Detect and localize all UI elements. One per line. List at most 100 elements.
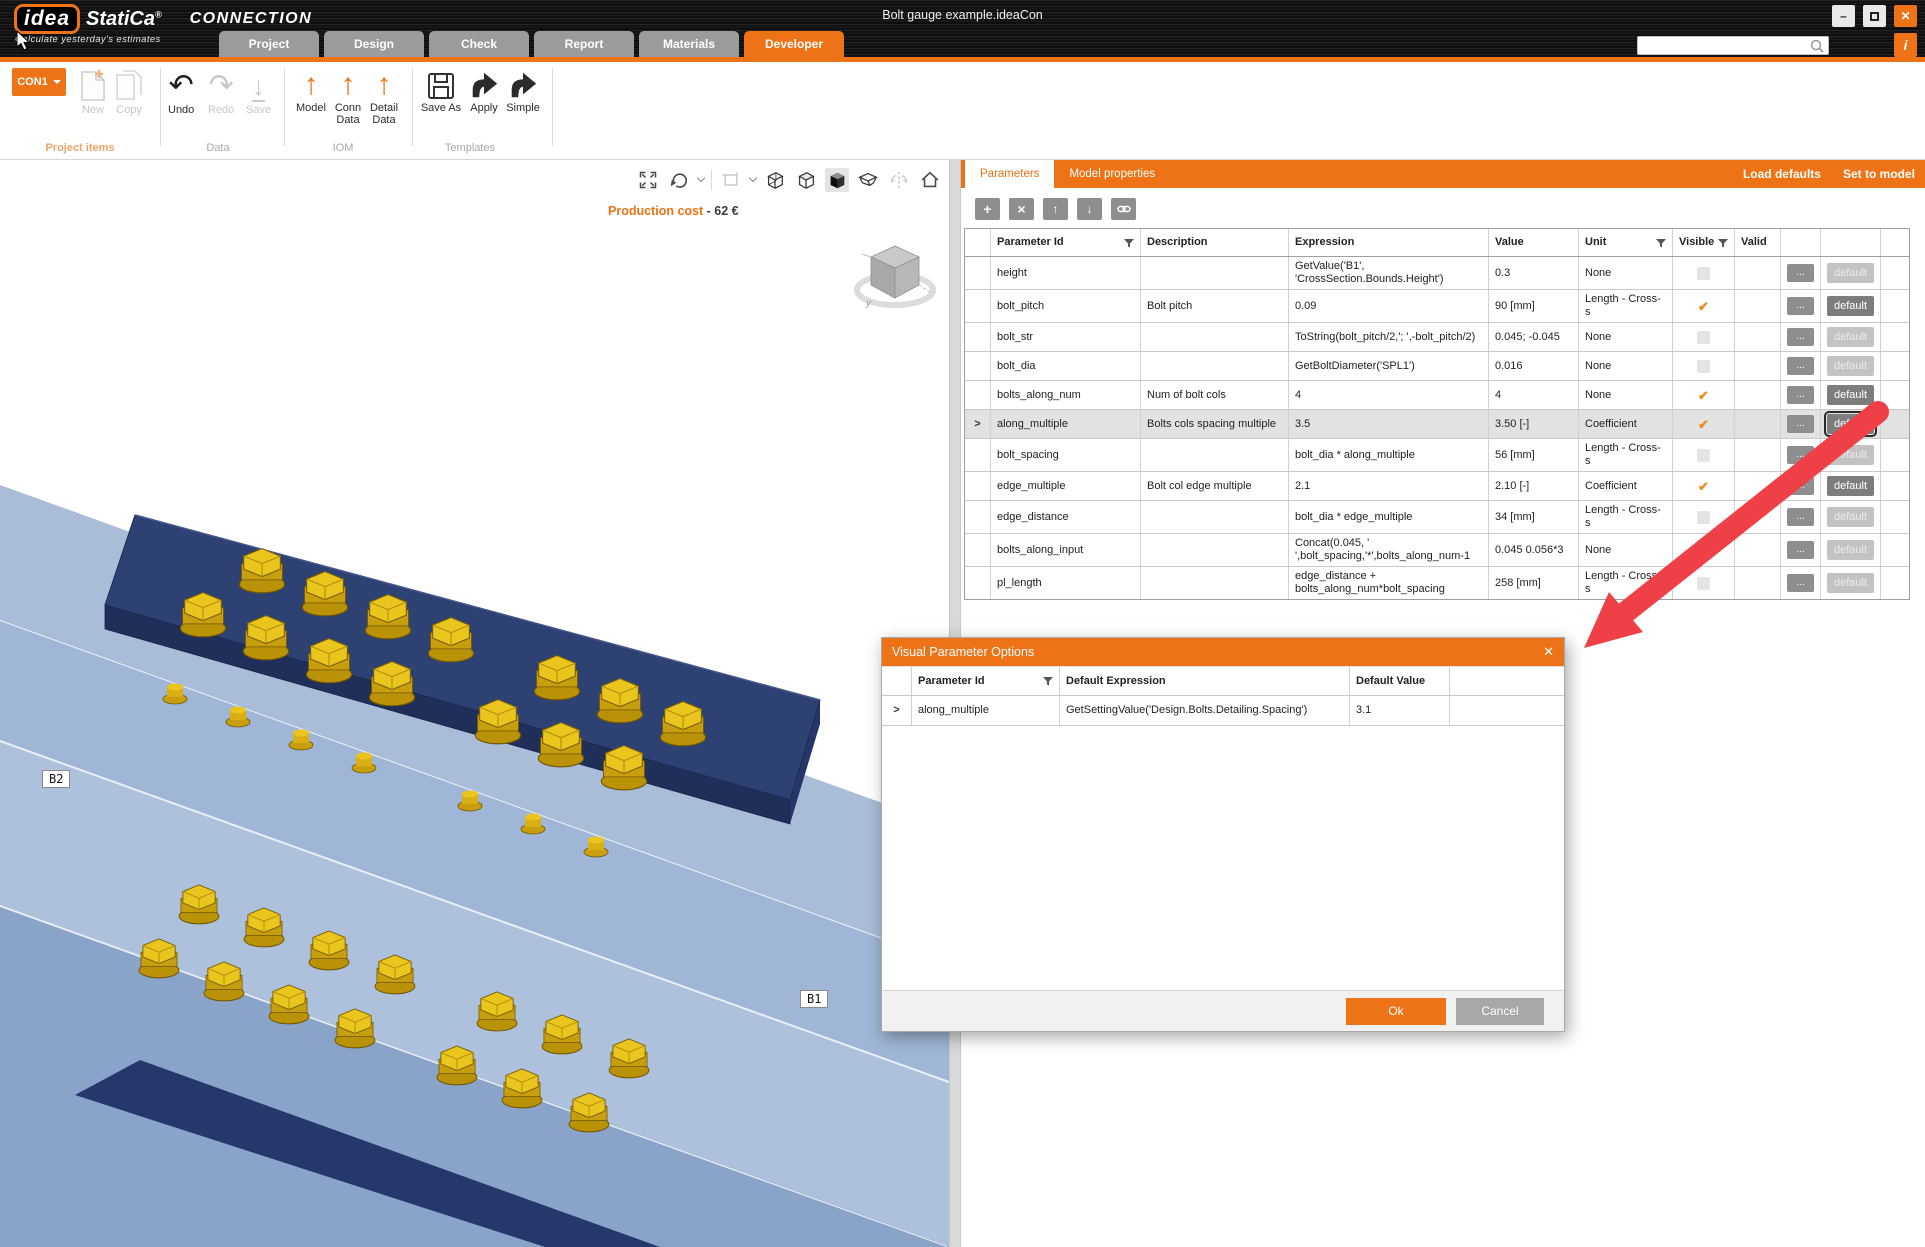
- row-expander-icon[interactable]: [965, 567, 991, 599]
- row-expander-icon[interactable]: >: [882, 696, 912, 725]
- add-parameter-button[interactable]: +: [975, 198, 1000, 220]
- col-visible[interactable]: Visible: [1673, 229, 1735, 256]
- rotate-view-icon[interactable]: [667, 168, 691, 192]
- detail-data-button[interactable]: ↑ Detail Data: [362, 64, 406, 126]
- edit-options-button[interactable]: ...: [1787, 508, 1814, 526]
- row-expander-icon[interactable]: [965, 501, 991, 533]
- save-as-button[interactable]: Save As: [420, 64, 462, 114]
- table-row[interactable]: bolt_diaGetBoltDiameter('SPL1')0.016None…: [965, 352, 1909, 381]
- default-button[interactable]: default: [1827, 296, 1874, 316]
- table-row[interactable]: bolts_along_numNum of bolt cols44None✔..…: [965, 381, 1909, 410]
- row-expander-icon[interactable]: [965, 290, 991, 322]
- search-box[interactable]: [1637, 36, 1829, 55]
- dlg-col-parameter-id[interactable]: Parameter Id: [912, 667, 1060, 695]
- edit-options-button[interactable]: ...: [1787, 357, 1814, 375]
- filter-icon[interactable]: [1043, 676, 1053, 686]
- filter-icon[interactable]: [1124, 238, 1134, 248]
- model-viewport[interactable]: Production cost - 62 € y B2 B1: [0, 160, 949, 1247]
- cell-visible[interactable]: ✔: [1673, 410, 1735, 438]
- table-row[interactable]: pl_lengthedge_distance + bolts_along_num…: [965, 567, 1909, 599]
- tab-report[interactable]: Report: [534, 31, 634, 57]
- col-value[interactable]: Value: [1489, 229, 1579, 256]
- col-parameter-id[interactable]: Parameter Id: [991, 229, 1141, 256]
- dlg-col-default-expression[interactable]: Default Expression: [1060, 667, 1350, 695]
- table-row[interactable]: heightGetValue('B1', 'CrossSection.Bound…: [965, 257, 1909, 290]
- mirror-view-icon[interactable]: [887, 168, 911, 192]
- cell-visible[interactable]: [1673, 439, 1735, 471]
- edit-options-button[interactable]: ...: [1787, 415, 1814, 433]
- default-button[interactable]: default: [1827, 356, 1874, 376]
- load-defaults-button[interactable]: Load defaults: [1743, 167, 1821, 181]
- home-view-icon[interactable]: [918, 168, 942, 192]
- table-row[interactable]: edge_multipleBolt col edge multiple2.12.…: [965, 472, 1909, 501]
- maximize-button[interactable]: [1863, 5, 1886, 27]
- save-button[interactable]: ↓ Save: [246, 66, 271, 116]
- info-button[interactable]: i: [1894, 33, 1917, 57]
- ok-button[interactable]: Ok: [1346, 998, 1446, 1025]
- table-row[interactable]: bolts_along_inputConcat(0.045, ' ',bolt_…: [965, 534, 1909, 567]
- move-down-button[interactable]: ↓: [1077, 198, 1102, 220]
- edit-options-button[interactable]: ...: [1787, 477, 1814, 495]
- undo-button[interactable]: ↶ Undo: [168, 66, 194, 116]
- default-button[interactable]: default: [1827, 445, 1874, 465]
- default-button[interactable]: default: [1827, 263, 1874, 283]
- new-button[interactable]: New: [78, 66, 108, 116]
- zoom-fit-icon[interactable]: [636, 168, 660, 192]
- con1-dropdown[interactable]: CON1: [12, 68, 66, 96]
- cell-visible[interactable]: ✔: [1673, 381, 1735, 409]
- cell-visible[interactable]: [1673, 534, 1735, 566]
- col-unit[interactable]: Unit: [1579, 229, 1673, 256]
- edit-options-button[interactable]: ...: [1787, 541, 1814, 559]
- cell-visible[interactable]: ✔: [1673, 472, 1735, 500]
- col-description[interactable]: Description: [1141, 229, 1289, 256]
- table-row[interactable]: bolt_strToString(bolt_pitch/2,'; ',-bolt…: [965, 323, 1909, 352]
- section-crop-icon[interactable]: [719, 168, 743, 192]
- row-expander-icon[interactable]: [965, 534, 991, 566]
- dialog-close-icon[interactable]: ✕: [1543, 644, 1554, 660]
- cell-visible[interactable]: [1673, 501, 1735, 533]
- set-to-model-button[interactable]: Set to model: [1843, 167, 1915, 181]
- row-expander-icon[interactable]: [965, 472, 991, 500]
- tab-model-properties[interactable]: Model properties: [1054, 160, 1170, 188]
- dlg-col-default-value[interactable]: Default Value: [1350, 667, 1450, 695]
- row-expander-icon[interactable]: [965, 257, 991, 289]
- cell-visible[interactable]: [1673, 567, 1735, 599]
- chevron-down-icon[interactable]: [749, 174, 757, 182]
- cell-visible[interactable]: [1673, 352, 1735, 380]
- cell-visible[interactable]: [1673, 257, 1735, 289]
- default-button[interactable]: default: [1827, 507, 1874, 527]
- move-up-button[interactable]: ↑: [1043, 198, 1068, 220]
- close-button[interactable]: ✕: [1894, 5, 1917, 27]
- simple-button[interactable]: Simple: [502, 64, 544, 114]
- edit-options-button[interactable]: ...: [1787, 446, 1814, 464]
- navigation-cube[interactable]: y: [850, 232, 940, 322]
- col-expression[interactable]: Expression: [1289, 229, 1489, 256]
- table-row[interactable]: >along_multipleBolts cols spacing multip…: [965, 410, 1909, 439]
- dialog-title-bar[interactable]: Visual Parameter Options ✕: [882, 638, 1564, 666]
- wireframe-view-icon[interactable]: [763, 168, 787, 192]
- default-button[interactable]: default: [1827, 476, 1874, 496]
- filter-icon[interactable]: [1718, 238, 1728, 248]
- link-button[interactable]: [1111, 198, 1136, 220]
- cell-visible[interactable]: [1673, 323, 1735, 351]
- solid-view-icon[interactable]: [825, 168, 849, 192]
- table-row[interactable]: bolt_pitchBolt pitch0.0990 [mm]Length - …: [965, 290, 1909, 323]
- tab-design[interactable]: Design: [324, 31, 424, 57]
- tab-developer[interactable]: Developer: [744, 31, 844, 57]
- row-expander-icon[interactable]: [965, 352, 991, 380]
- transparent-view-icon[interactable]: [856, 168, 880, 192]
- hidden-line-view-icon[interactable]: [794, 168, 818, 192]
- edit-options-button[interactable]: ...: [1787, 328, 1814, 346]
- col-valid[interactable]: Valid: [1735, 229, 1781, 256]
- search-input[interactable]: [1638, 40, 1809, 52]
- tab-parameters[interactable]: Parameters: [965, 160, 1054, 188]
- default-button[interactable]: default: [1827, 573, 1874, 593]
- row-expander-icon[interactable]: >: [965, 410, 991, 438]
- default-button[interactable]: default: [1827, 327, 1874, 347]
- edit-options-button[interactable]: ...: [1787, 386, 1814, 404]
- default-button[interactable]: default: [1827, 414, 1874, 434]
- tab-materials[interactable]: Materials: [639, 31, 739, 57]
- row-expander-icon[interactable]: [965, 323, 991, 351]
- dialog-data-row[interactable]: > along_multiple GetSettingValue('Design…: [882, 696, 1564, 726]
- redo-button[interactable]: ↷ Redo: [208, 66, 234, 116]
